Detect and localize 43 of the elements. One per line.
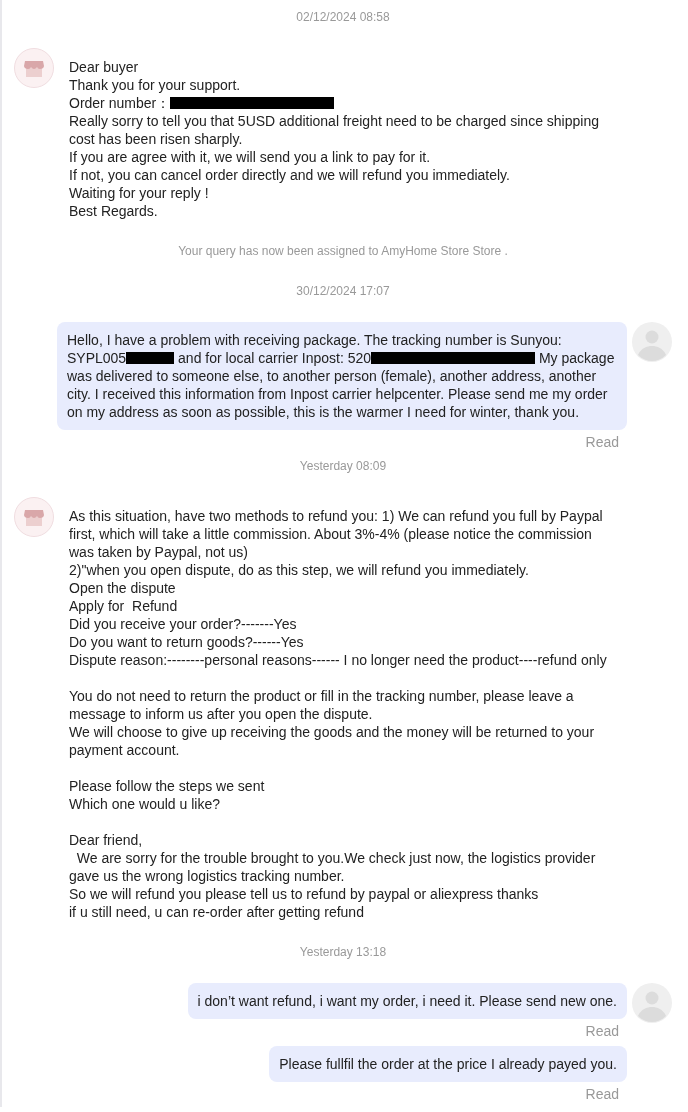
timestamp: 02/12/2024 08:58: [296, 9, 390, 26]
message-text: SYPL005: [67, 350, 127, 366]
message-text: Waiting for your reply !: [69, 184, 210, 202]
message-text: Please follow the steps we sent: [69, 777, 266, 795]
message-text: Dear friend,: [69, 831, 144, 849]
message-text: and for local carrier Inpost: 520: [177, 350, 372, 366]
message-text: If you are agree with it, we will send you a link to pay for it.: [69, 148, 432, 166]
read-status: Read: [585, 1085, 619, 1103]
message-text: Dear buyer: [69, 58, 140, 76]
user-avatar-icon: [632, 983, 672, 1023]
message-text: Which one would u like?: [69, 795, 221, 813]
message-text: Apply for Refund: [69, 597, 179, 615]
message-text: We are sorry for the trouble brought to you.We check just now, the logistics provider gave us the wrong logistics tracking number.: [69, 849, 597, 885]
store-avatar-icon: [14, 48, 54, 88]
redaction-bar: [126, 352, 175, 364]
read-status: Read: [585, 1022, 619, 1040]
message-text: My package: [537, 350, 615, 366]
message-text: Please fullfil the order at the price I already payed you.: [279, 1055, 617, 1073]
message-text: You do not need to return the product or fill in the tracking number, please leave a message to inform us after you open the dispute.: [69, 687, 575, 723]
store-avatar-icon: [14, 497, 54, 537]
message-text: if u still need, u can re-order after getting refund: [69, 903, 365, 921]
message-text: Hello, I have a problem with receiving package. The tracking number is Sunyou:: [67, 331, 563, 349]
message-text: If not, you can cancel order directly and we will refund you immediately.: [69, 166, 511, 184]
message-text: Best Regards.: [69, 202, 159, 220]
message-text: Did you receive your order?-------Yes: [69, 615, 298, 633]
message-text: We will choose to give up receiving the goods and the money will be returned to your payment account.: [69, 723, 596, 759]
message-text: 2)"when you open dispute, do as this step, we will refund you immediately.: [69, 561, 530, 579]
message-text: So we will refund you please tell us to refund by paypal or aliexpress thanks: [69, 885, 540, 903]
read-status: Read: [585, 433, 619, 451]
message-text: Really sorry to tell you that 5USD additional freight need to be charged since shipping cost has been risen sharply.: [69, 112, 600, 148]
timestamp: Yesterday 08:09: [299, 458, 387, 475]
system-notice: Your query has now been assigned to AmyHome Store Store .: [178, 243, 508, 260]
message-text: As this situation, have two methods to refund you: 1) We can refund you full by Paypal first, which will take a little commission. About 3%-4% (please notice the commission was taken by Paypal, not us): [69, 507, 604, 561]
message-text: Thank you for your support.: [69, 76, 242, 94]
message-text: i don’t want refund, i want my order, i need it. Please send new one.: [197, 992, 617, 1010]
message-text: Do you want to return goods?------Yes: [69, 633, 305, 651]
timestamp: Yesterday 13:18: [299, 944, 387, 961]
message-text: Open the dispute: [69, 579, 177, 597]
message-text: was delivered to someone else, to another person (female), another address, another city. I received this information from Inpost carrier helpcenter. Please send me my order on my address as soon as possible, this is the warmer I need for winter, thank you.: [67, 367, 609, 421]
user-avatar-icon: [632, 322, 672, 362]
timestamp: 30/12/2024 17:07: [296, 283, 390, 300]
message-text: Dispute reason:--------personal reasons------ I no longer need the product----refund only: [69, 651, 608, 669]
message-text: Order number：: [69, 95, 171, 111]
